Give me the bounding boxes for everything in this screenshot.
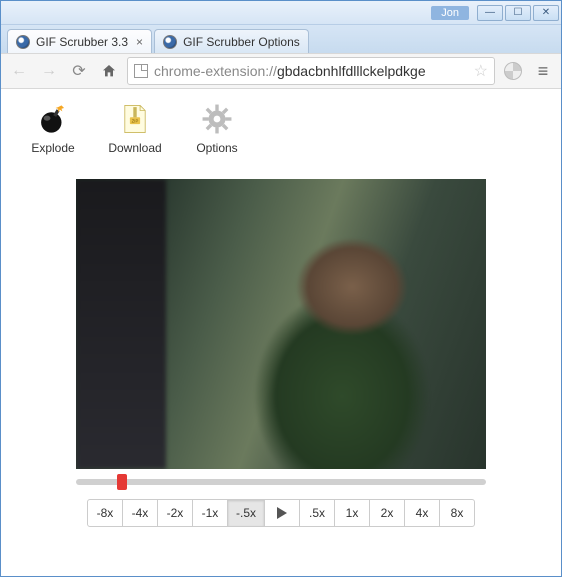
minimize-button[interactable]: — bbox=[477, 5, 503, 21]
tab-title: GIF Scrubber Options bbox=[183, 35, 300, 49]
options-label: Options bbox=[196, 141, 237, 155]
download-label: Download bbox=[108, 141, 161, 155]
speed-controls: -8x-4x-2x-1x-.5x .5x1x2x4x8x bbox=[76, 499, 486, 527]
svg-text:ZIP: ZIP bbox=[132, 118, 139, 123]
speed-button[interactable]: -2x bbox=[157, 499, 193, 527]
home-button[interactable] bbox=[97, 59, 121, 83]
scrub-track[interactable] bbox=[76, 479, 486, 485]
page-icon bbox=[134, 64, 148, 78]
speed-button[interactable]: 4x bbox=[404, 499, 440, 527]
tab-gif-scrubber[interactable]: GIF Scrubber 3.3 × bbox=[7, 29, 152, 53]
options-button[interactable]: Options bbox=[185, 101, 249, 155]
play-button[interactable] bbox=[264, 499, 300, 527]
favicon-icon bbox=[16, 35, 30, 49]
explode-button[interactable]: Explode bbox=[21, 101, 85, 155]
speed-button[interactable]: 1x bbox=[334, 499, 370, 527]
forward-button: → bbox=[37, 59, 61, 83]
scrub-thumb[interactable] bbox=[117, 474, 127, 490]
favicon-icon bbox=[163, 35, 177, 49]
extension-icon bbox=[504, 62, 522, 80]
bookmark-star-icon[interactable]: ☆ bbox=[474, 61, 488, 81]
download-button[interactable]: ZIP Download bbox=[103, 101, 167, 155]
explode-label: Explode bbox=[31, 141, 74, 155]
gear-icon bbox=[199, 101, 235, 137]
tab-title: GIF Scrubber 3.3 bbox=[36, 35, 128, 49]
speed-button[interactable]: -1x bbox=[192, 499, 228, 527]
url-text: chrome-extension://gbdacbnhlfdlllckelpdk… bbox=[154, 63, 468, 79]
gif-display[interactable] bbox=[76, 179, 486, 469]
speed-button[interactable]: -.5x bbox=[227, 499, 265, 527]
maximize-button[interactable]: ☐ bbox=[505, 5, 531, 21]
user-badge[interactable]: Jon bbox=[431, 6, 469, 20]
speed-button[interactable]: 2x bbox=[369, 499, 405, 527]
window-titlebar: Jon — ☐ ✕ bbox=[1, 1, 561, 25]
home-icon bbox=[101, 63, 117, 79]
speed-button[interactable]: -4x bbox=[122, 499, 158, 527]
browser-toolbar: ← → ⟳ chrome-extension://gbdacbnhlfdlllc… bbox=[1, 53, 561, 89]
page-content: Explode ZIP Download bbox=[1, 89, 561, 539]
tab-strip: GIF Scrubber 3.3 × GIF Scrubber Options bbox=[1, 25, 561, 53]
chrome-menu-button[interactable]: ≡ bbox=[531, 59, 555, 83]
reload-button[interactable]: ⟳ bbox=[67, 59, 91, 83]
back-button: ← bbox=[7, 59, 31, 83]
play-icon bbox=[277, 507, 287, 519]
speed-button[interactable]: -8x bbox=[87, 499, 123, 527]
close-window-button[interactable]: ✕ bbox=[533, 5, 559, 21]
speed-button[interactable]: .5x bbox=[299, 499, 335, 527]
speed-button[interactable]: 8x bbox=[439, 499, 475, 527]
bomb-icon bbox=[35, 101, 71, 137]
tab-gif-scrubber-options[interactable]: GIF Scrubber Options bbox=[154, 29, 309, 53]
extension-button[interactable] bbox=[501, 59, 525, 83]
action-row: Explode ZIP Download bbox=[21, 101, 541, 155]
viewer: -8x-4x-2x-1x-.5x .5x1x2x4x8x bbox=[76, 179, 486, 527]
zip-icon: ZIP bbox=[117, 101, 153, 137]
tab-close-icon[interactable]: × bbox=[136, 35, 143, 49]
omnibox[interactable]: chrome-extension://gbdacbnhlfdlllckelpdk… bbox=[127, 57, 495, 85]
